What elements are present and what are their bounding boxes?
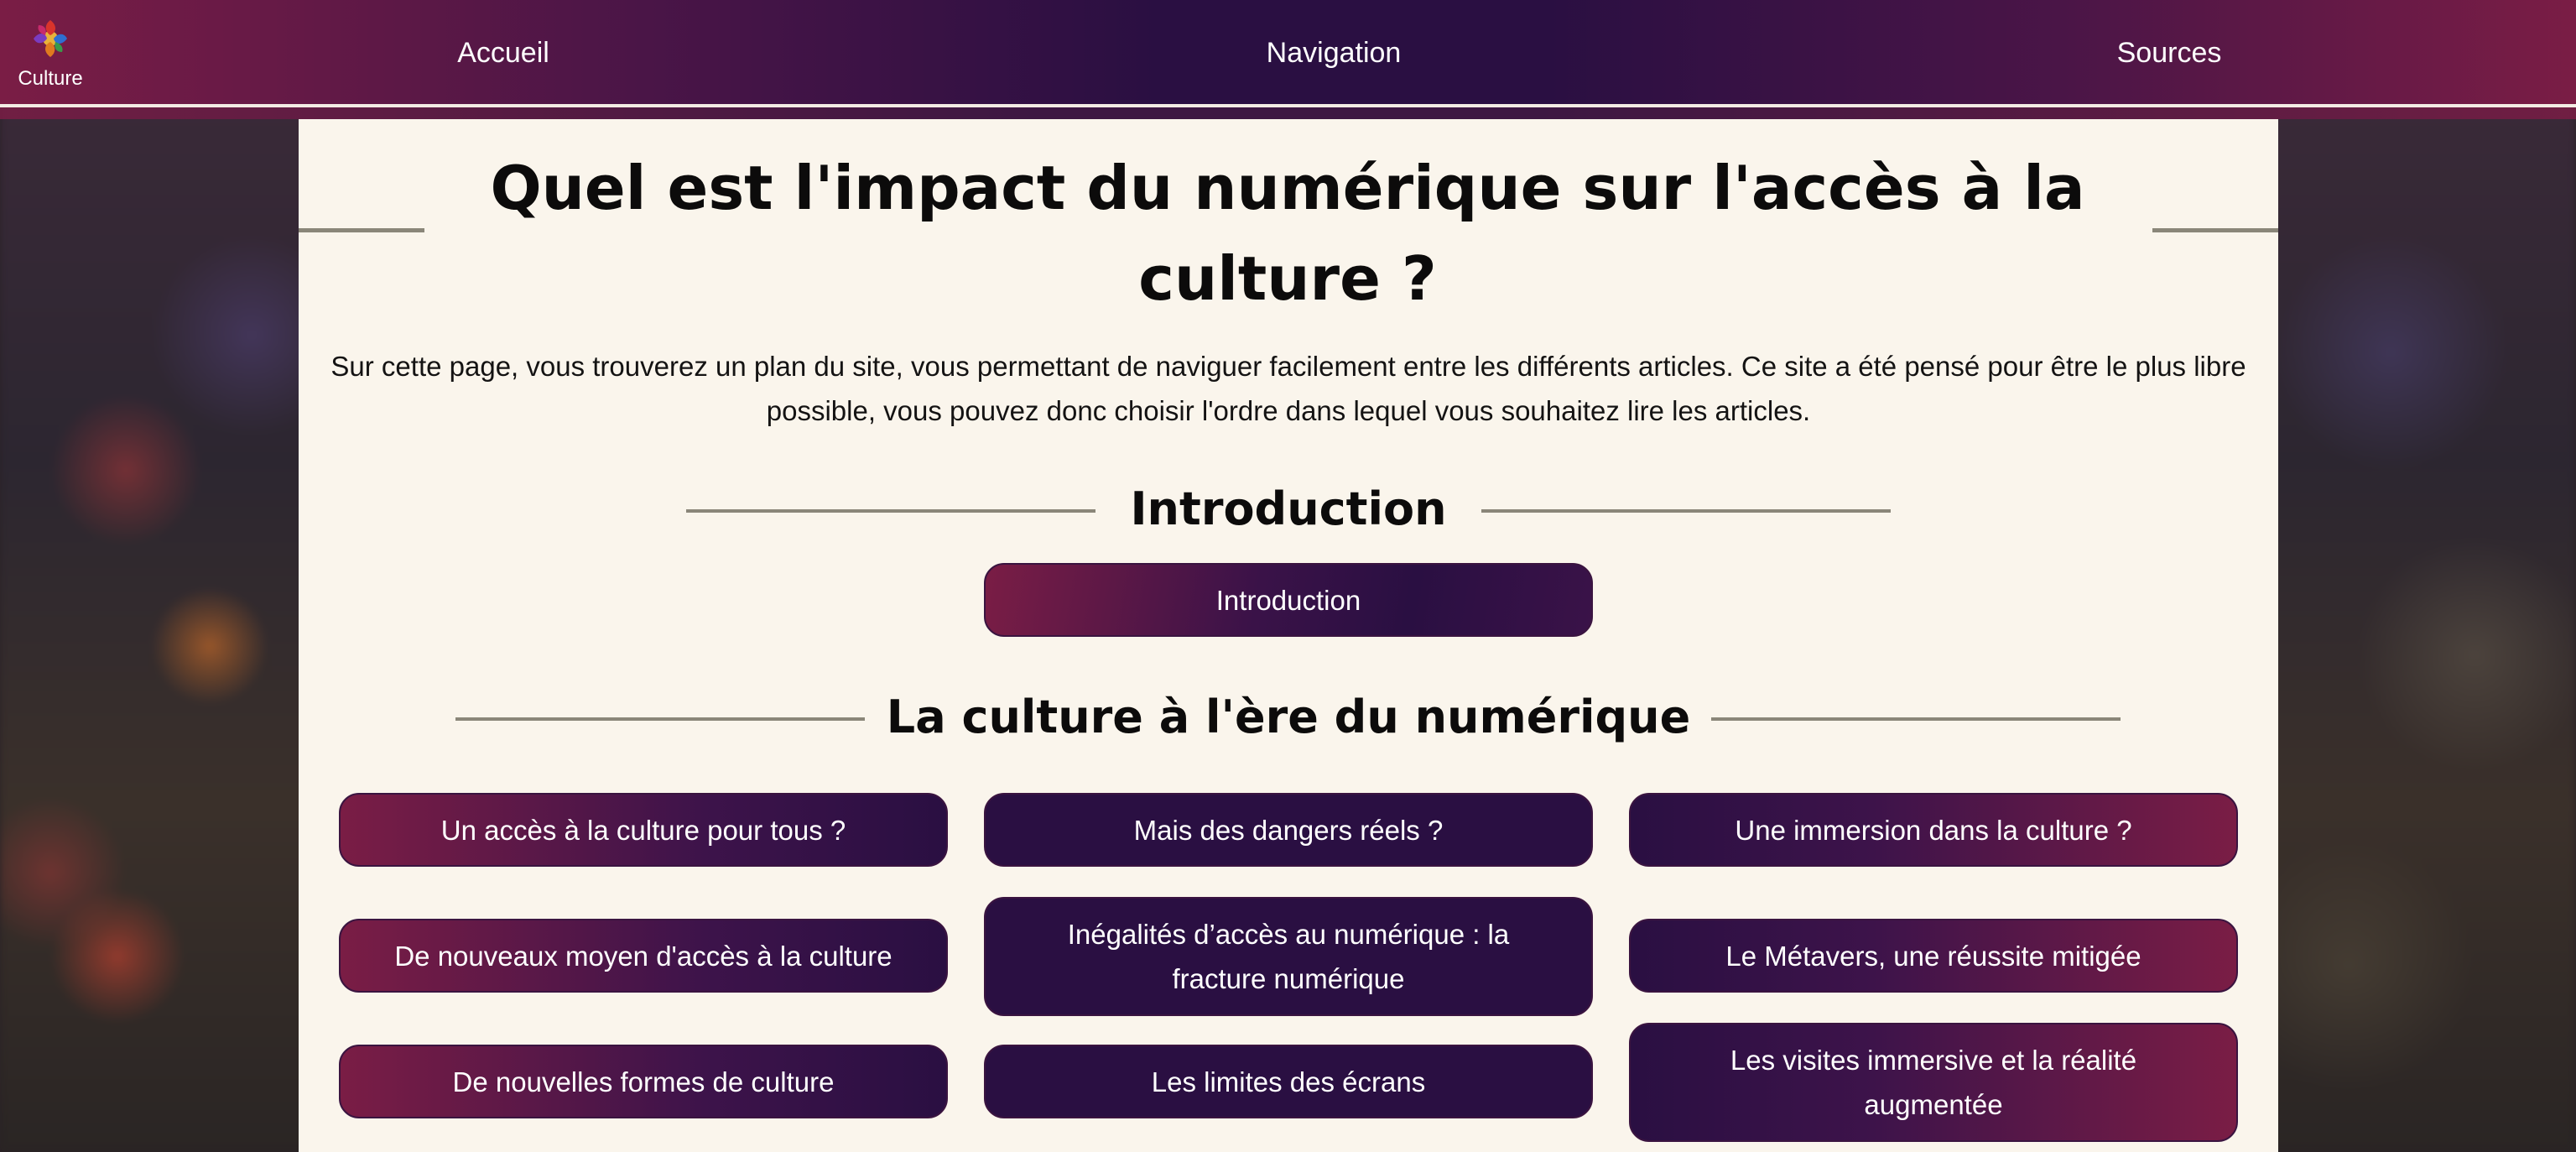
article-button-metavers[interactable]: Le Métavers, une réussite mitigée	[1629, 919, 2238, 993]
section-divider-left	[686, 509, 1095, 513]
button-label: De nouvelles formes de culture	[452, 1066, 835, 1097]
article-button-fracture-numerique[interactable]: Inégalités d’accès au numérique : la fra…	[984, 897, 1593, 1016]
article-button-acces-culture-pour-tous[interactable]: Un accès à la culture pour tous ?	[339, 793, 948, 867]
page-intro-text: Sur cette page, vous trouverez un plan d…	[330, 351, 2246, 426]
article-button-dangers-reels[interactable]: Mais des dangers réels ?	[984, 793, 1593, 867]
top-navbar: Culture Accueil Navigation Sources	[0, 0, 2576, 107]
nav-link-navigation[interactable]: Navigation	[1267, 32, 1402, 74]
button-label: De nouveaux moyen d'accès à la culture	[394, 940, 892, 972]
section-divider-right	[1711, 717, 2121, 721]
button-label: Les visites immersive et la réalité augm…	[1730, 1045, 2137, 1120]
article-button-visites-immersives[interactable]: Les visites immersive et la réalité augm…	[1629, 1023, 2238, 1142]
article-button-limites-ecrans[interactable]: Les limites des écrans	[984, 1045, 1593, 1118]
title-divider-right	[2152, 228, 2278, 232]
section-divider-right	[1481, 509, 1891, 513]
button-label: Mais des dangers réels ?	[1133, 814, 1444, 846]
logo-icon	[34, 20, 67, 57]
article-button-nouveaux-moyens[interactable]: De nouveaux moyen d'accès à la culture	[339, 919, 948, 993]
introduction-button[interactable]: Introduction	[984, 563, 1593, 637]
section-heading-introduction: Introduction	[1130, 482, 1447, 535]
button-label: Une immersion dans la culture ?	[1735, 814, 2132, 846]
button-label: Inégalités d’accès au numérique : la fra…	[1067, 919, 1510, 994]
page-title: Quel est l'impact du numérique sur l'acc…	[490, 153, 2085, 314]
article-button-nouvelles-formes[interactable]: De nouvelles formes de culture	[339, 1045, 948, 1118]
button-label: Les limites des écrans	[1151, 1066, 1426, 1097]
title-divider-left	[299, 228, 424, 232]
button-label: Introduction	[1215, 584, 1361, 616]
site-logo[interactable]: Culture	[15, 17, 86, 92]
article-button-immersion-culture[interactable]: Une immersion dans la culture ?	[1629, 793, 2238, 867]
section-heading-culture-numerique: La culture à l'ère du numérique	[886, 691, 1691, 743]
section-divider-left	[455, 717, 865, 721]
nav-link-accueil[interactable]: Accueil	[457, 32, 549, 74]
header-shadow-strip	[0, 107, 2576, 119]
logo-text: Culture	[18, 67, 83, 90]
button-label: Le Métavers, une réussite mitigée	[1725, 940, 2141, 972]
nav-link-sources[interactable]: Sources	[2117, 32, 2222, 74]
button-label: Un accès à la culture pour tous ?	[440, 814, 846, 846]
